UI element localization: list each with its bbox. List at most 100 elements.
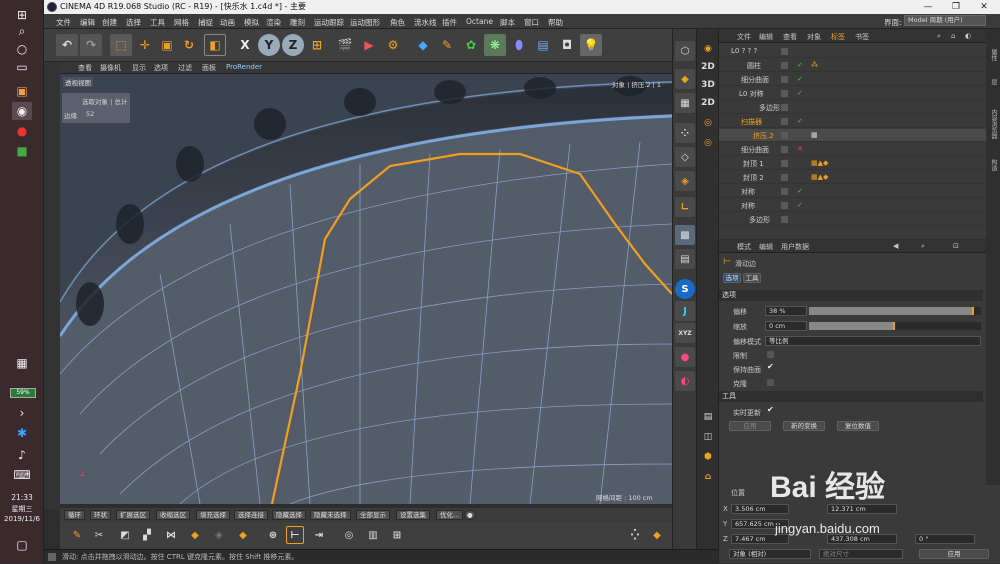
side-tab-content[interactable]: 内容浏览器 [988,109,998,139]
taskbar-app-icon[interactable]: ▣ [12,82,32,100]
bluetooth-icon[interactable]: ✱ [12,424,32,442]
attr-tab-mode[interactable]: 模式 [737,242,751,252]
enabled-check-icon[interactable]: ✓ [797,61,803,69]
disabled-cross-icon[interactable]: ✕ [797,145,803,153]
battery-indicator[interactable]: 59% [10,388,36,398]
menu-motion-tracking[interactable]: 运动跟踪 [314,17,344,28]
polygons-mode-icon[interactable]: ◈ [675,171,695,191]
snap-icon[interactable]: ▩ [675,225,695,245]
apply-button[interactable]: 应用 [729,421,771,431]
loop-select-button[interactable]: 循环 [64,510,85,520]
sub-tool-1-icon[interactable]: ◉ [700,41,716,57]
clone-checkbox[interactable] [767,379,774,386]
texture-mode-icon[interactable]: ▦ [675,93,695,113]
j-plugin-icon[interactable]: J [675,301,695,321]
obj-tab-view[interactable]: 查看 [783,32,797,42]
tag-icon[interactable]: ⁂ [811,61,818,69]
magnet-tool-icon[interactable]: ◎ [340,526,358,544]
menu-animate[interactable]: 动画 [220,17,235,28]
pink-sphere-icon[interactable]: ● [675,347,695,367]
notification-icon[interactable]: ▢ [12,536,32,554]
visibility-icon[interactable] [781,104,788,111]
tag-icon[interactable]: ▦ [811,131,818,139]
edges-mode-icon[interactable]: ◇ [675,147,695,167]
menu-help[interactable]: 帮助 [548,17,563,28]
cortana-icon[interactable]: ○ [12,40,32,58]
last-tool-icon[interactable]: ◧ [204,34,226,56]
live-selection-icon[interactable]: ⬚ [110,34,132,56]
vp-menu-view[interactable]: 查看 [78,63,92,73]
menu-select[interactable]: 选择 [126,17,141,28]
keep-curvature-checkbox[interactable]: ✔ [767,362,774,371]
menu-file[interactable]: 文件 [56,17,71,28]
visibility-icon[interactable] [781,146,788,153]
visibility-icon[interactable] [781,118,788,125]
z-axis-icon[interactable]: Z [282,34,304,56]
search-icon[interactable]: ⌕ [12,22,32,40]
tag-icon[interactable]: ▦▲◆ [811,173,828,181]
menu-render[interactable]: 渲染 [266,17,281,28]
hide-unselected-button[interactable]: 隐藏未选择 [310,510,351,520]
floor-icon[interactable]: ▤ [532,34,554,56]
visibility-icon[interactable] [781,62,788,69]
reset-values-button[interactable]: 复位数值 [837,421,879,431]
object-row[interactable]: 对称 ✓ [719,185,987,198]
scale-slider[interactable] [809,322,981,330]
bevel-tool-icon[interactable]: ◩ [116,526,134,544]
pen-icon[interactable]: ✎ [436,34,458,56]
side-tab-attributes[interactable]: 属性 [988,49,998,61]
coord-apply-button[interactable]: 应用 [919,549,989,559]
new-transform-button[interactable]: 新的变换 [783,421,825,431]
object-row[interactable]: 扫描器 ✓ [719,115,987,128]
render-settings-icon[interactable]: ⚙ [382,34,404,56]
sub-tool-3-icon[interactable]: 3D [700,77,716,93]
cube-icon[interactable]: ◆ [412,34,434,56]
rotate-icon[interactable]: ↻ [178,34,200,56]
vp-menu-panel[interactable]: 面板 [202,63,216,73]
menu-snap[interactable]: 捕捉 [198,17,213,28]
cube-tool-2-icon[interactable]: ◆ [234,526,252,544]
sub-tool-4-icon[interactable]: 2D [700,95,716,111]
clock-time[interactable]: 21:33 [0,493,44,502]
side-tab-structure[interactable]: 构造 [988,159,998,171]
layout-select[interactable]: Model 周期 (用户) [904,15,986,26]
knife-tool-icon[interactable]: ✂ [90,526,108,544]
object-row[interactable]: 多边形 [719,101,987,114]
sub-tool-7-icon[interactable]: ▤ [700,409,716,425]
visibility-icon[interactable] [781,216,788,223]
visibility-icon[interactable] [781,76,788,83]
offset-field[interactable]: 38 % [765,306,807,316]
set-point-icon[interactable]: ⊞ [388,526,406,544]
attr-tab-edit[interactable]: 编辑 [759,242,773,252]
visibility-icon[interactable] [781,174,788,181]
extra-tool-1-icon[interactable]: ⁛ [626,526,644,544]
visibility-icon[interactable] [781,188,788,195]
bridge-tool-icon[interactable]: ⋈ [162,526,180,544]
coord-mode-select[interactable]: 对象 (相对) [729,549,811,559]
obj-search-icon[interactable]: ⌕ [937,32,941,41]
visibility-icon[interactable] [781,202,788,209]
slide-tool-active-icon[interactable]: ⊢ [286,526,304,544]
obj-home-icon[interactable]: ⌂ [951,32,955,40]
weld-tool-icon[interactable]: ⊛ [264,526,282,544]
attr-tab-user-data[interactable]: 用户数据 [781,242,809,252]
menu-tools[interactable]: 工具 [150,17,165,28]
keyboard-icon[interactable]: ⌨ [12,466,32,484]
menu-octane[interactable]: Octane [466,17,493,26]
obj-lock-icon[interactable]: ◐ [965,32,971,40]
sub-tool-6-icon[interactable]: ◎ [700,135,716,151]
subtab-tool[interactable]: 工具 [743,273,761,283]
calculator-icon[interactable]: ▦ [12,354,32,372]
menu-pipeline[interactable]: 流水线 [414,17,437,28]
enabled-check-icon[interactable]: ✓ [797,117,803,125]
unhide-all-button[interactable]: 全部显示 [356,510,390,520]
menu-mesh[interactable]: 网格 [174,17,189,28]
sub-tool-2-icon[interactable]: 2D [700,59,716,75]
sub-tool-8-icon[interactable]: ◫ [700,429,716,445]
hide-selected-button[interactable]: 隐藏选择 [272,510,306,520]
vp-menu-prorender[interactable]: ProRender [226,63,262,71]
menu-mograph[interactable]: 运动图形 [350,17,380,28]
grow-selection-button[interactable]: 扩展选区 [116,510,150,520]
object-row[interactable]: L0 ? ? ? [719,45,987,58]
attr-search-icon[interactable]: ⌕ [921,242,925,251]
